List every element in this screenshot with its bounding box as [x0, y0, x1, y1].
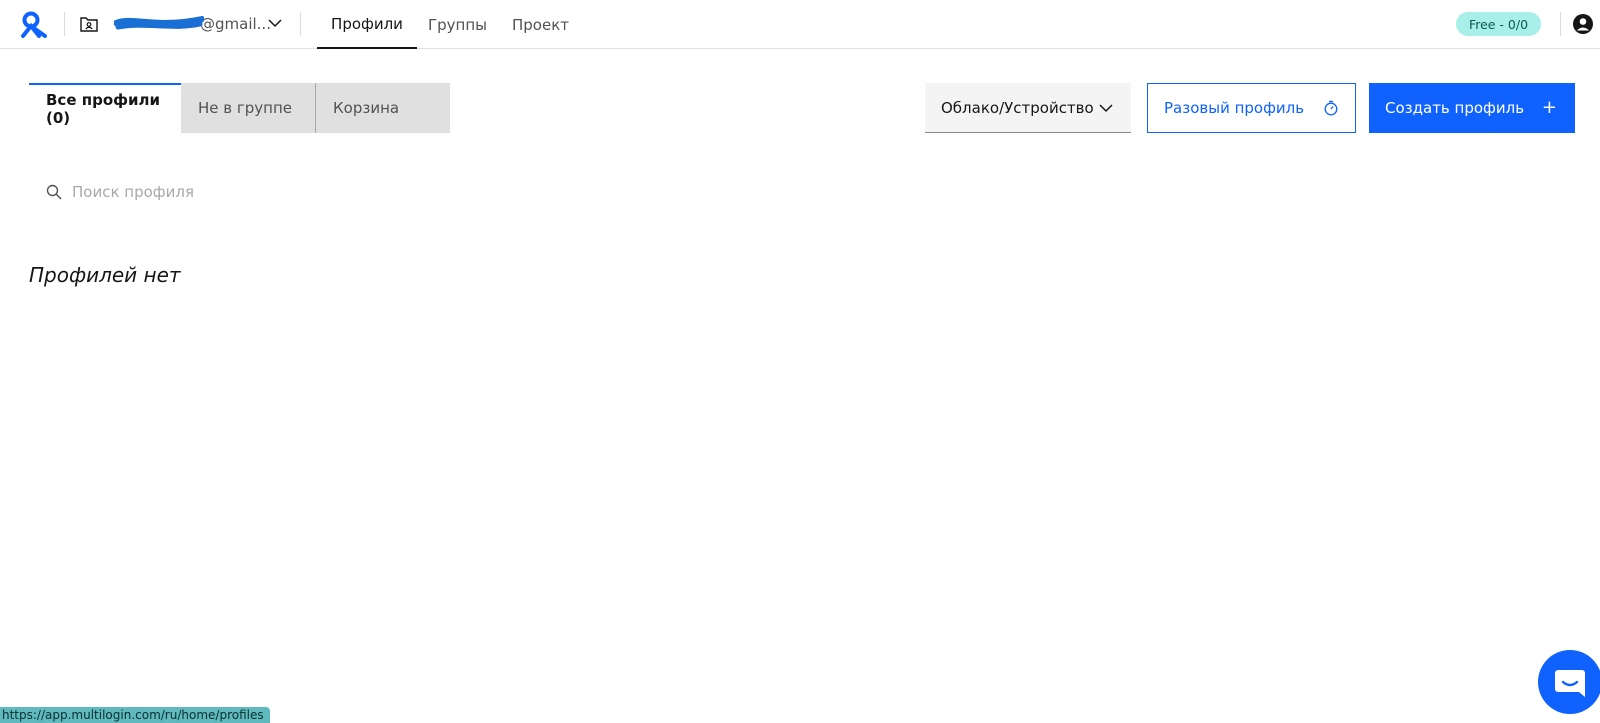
one-time-profile-label: Разовый профиль	[1164, 99, 1305, 117]
timer-icon	[1324, 100, 1338, 116]
chat-support-button[interactable]	[1538, 650, 1600, 714]
create-profile-button[interactable]: Создать профиль +	[1369, 83, 1575, 133]
chat-bubble-icon	[1555, 670, 1585, 697]
redacted-name	[114, 14, 204, 34]
account-selector[interactable]: @gmail...	[114, 14, 271, 34]
multilogin-logo-icon[interactable]	[19, 11, 47, 39]
empty-state-text: Профилей нет	[29, 263, 181, 287]
plus-icon: +	[1541, 97, 1557, 118]
nav-tab-groups[interactable]: Группы	[425, 0, 490, 49]
chevron-down-icon[interactable]	[268, 17, 282, 29]
filter-tab-trash[interactable]: Корзина	[315, 83, 450, 133]
nav-tab-profiles[interactable]: Профили	[317, 0, 417, 49]
folder-user-icon[interactable]	[80, 16, 98, 32]
account-email: @gmail...	[200, 15, 271, 33]
chevron-down-icon	[1099, 104, 1113, 113]
header-divider	[300, 12, 301, 36]
storage-select-value: Облако/Устройство	[941, 98, 1094, 117]
top-header: @gmail... Профили Группы Проект Free - 0…	[0, 0, 1600, 49]
one-time-profile-button[interactable]: Разовый профиль	[1147, 83, 1356, 133]
search-profile-input[interactable]	[72, 178, 672, 206]
user-account-icon[interactable]	[1572, 13, 1594, 35]
filter-tab-ungrouped[interactable]: Не в группе	[181, 83, 315, 133]
plan-badge[interactable]: Free - 0/0	[1456, 12, 1541, 36]
storage-select[interactable]: Облако/Устройство	[925, 83, 1131, 133]
filter-tab-all-profiles[interactable]: Все профили (0)	[29, 83, 181, 133]
search-icon	[46, 184, 62, 200]
header-divider	[1560, 12, 1561, 36]
header-divider	[64, 12, 65, 36]
nav-tab-project[interactable]: Проект	[507, 0, 574, 49]
status-bar-url: https://app.multilogin.com/ru/home/profi…	[0, 707, 270, 723]
create-profile-label: Создать профиль	[1385, 99, 1525, 117]
